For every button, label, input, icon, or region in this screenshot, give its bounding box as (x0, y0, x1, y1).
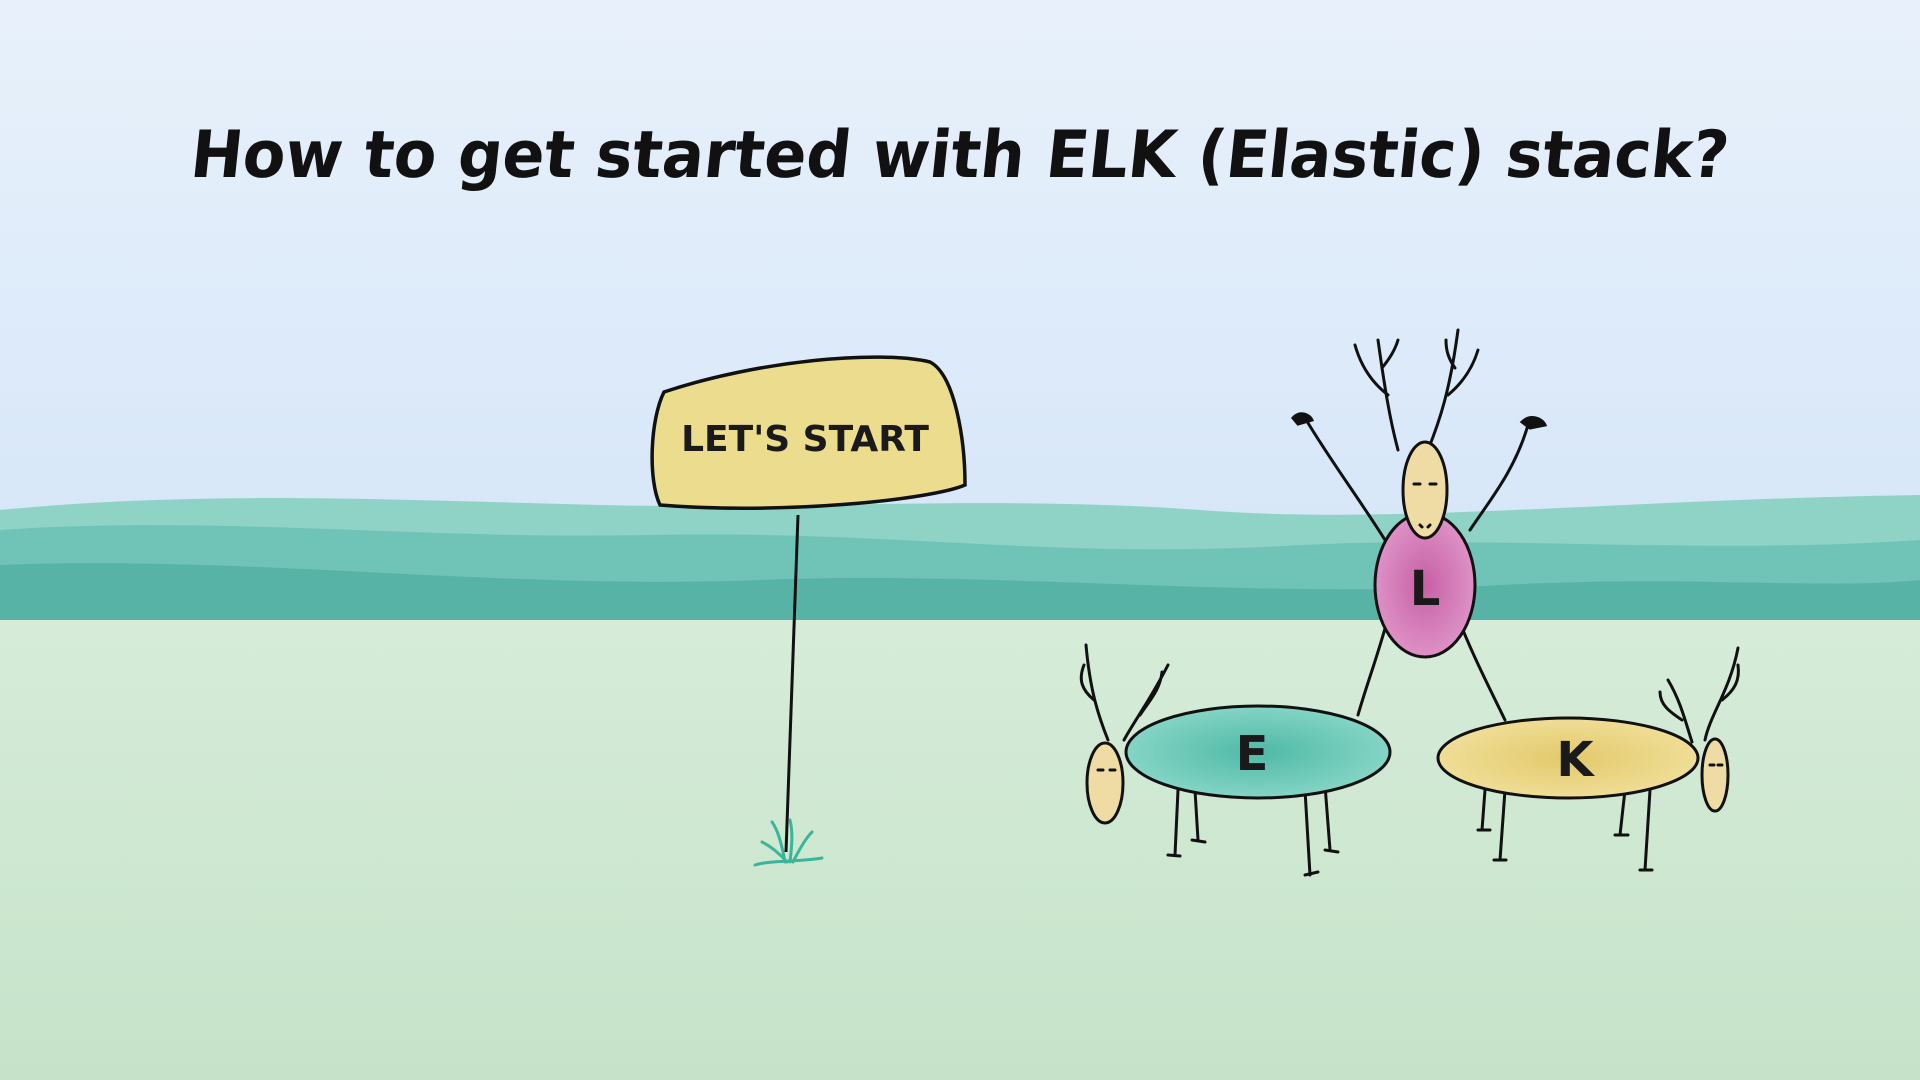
sign-label: LET'S START (681, 419, 929, 460)
creature-k-letter: K (1556, 732, 1595, 788)
ground (0, 620, 1920, 1080)
creature-l-letter: L (1410, 561, 1441, 617)
creature-e-letter: E (1236, 726, 1269, 782)
page-title: How to get started with ELK (Elastic) st… (187, 116, 1733, 193)
illustration-scene: LET'S START L E K How to get started wit… (0, 0, 1920, 1080)
